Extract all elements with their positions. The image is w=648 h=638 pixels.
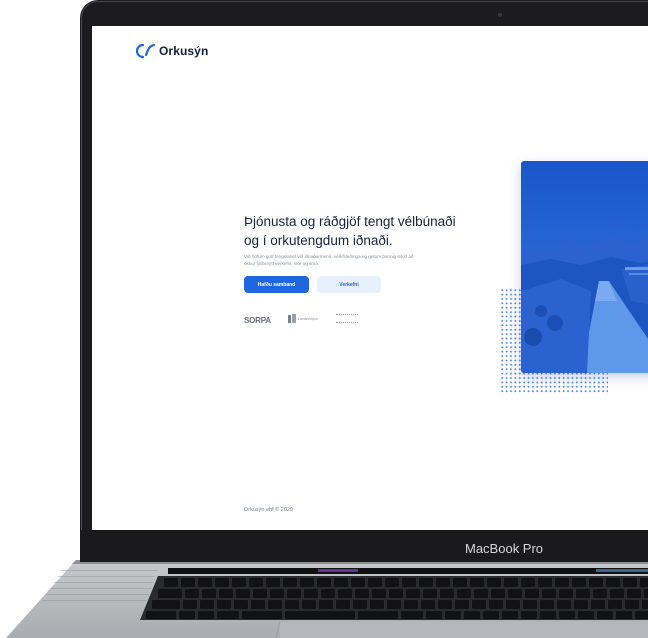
footer-copyright: Orkusýn ehf © 2020 xyxy=(244,507,293,513)
landscape-image xyxy=(521,161,648,373)
orkusyn-logo-icon xyxy=(136,43,156,59)
hero-title: Þjónusta og ráðgjöf tengt vélbúnaði og í… xyxy=(244,212,504,250)
partner-logo-sorpa: SORPA xyxy=(244,316,271,325)
laptop-chin xyxy=(80,530,648,562)
model-label-text: MacBook Pro xyxy=(465,541,544,556)
website-screen: Orkusýn Þjónusta og ráðgjöf tengt vélbún… xyxy=(92,26,648,530)
hero-subtitle: Við höfum gott tengslanet við iðnaðarmen… xyxy=(244,254,474,267)
hero-photo xyxy=(521,161,648,373)
contact-button[interactable]: Hafðu samband xyxy=(244,276,309,293)
partner-logo-third xyxy=(336,314,358,323)
landsvirkjun-logo-icon xyxy=(288,314,296,323)
hero-title-line-1: Þjónusta og ráðgjöf tengt vélbúnaði xyxy=(244,214,456,229)
site-logo[interactable]: Orkusýn xyxy=(136,43,208,59)
laptop-mockup: MacBook Pro Orkusýn Þjónusta og ráðgjöf … xyxy=(0,0,648,638)
partner-logo-landsvirkjun: Landsvirkjun xyxy=(288,314,318,323)
hero-title-line-2: og í orkutengdum iðnaði. xyxy=(244,233,393,248)
logo-text: Orkusýn xyxy=(159,44,209,58)
landsvirkjun-logo-text: Landsvirkjun xyxy=(298,316,318,321)
hero-subtitle-line-2: okkur fjölbreytt verkefni, stór og smá. xyxy=(244,260,320,266)
projects-button[interactable]: Verkefni xyxy=(317,276,381,293)
camera-dot xyxy=(498,13,502,17)
laptop-base xyxy=(6,560,648,638)
